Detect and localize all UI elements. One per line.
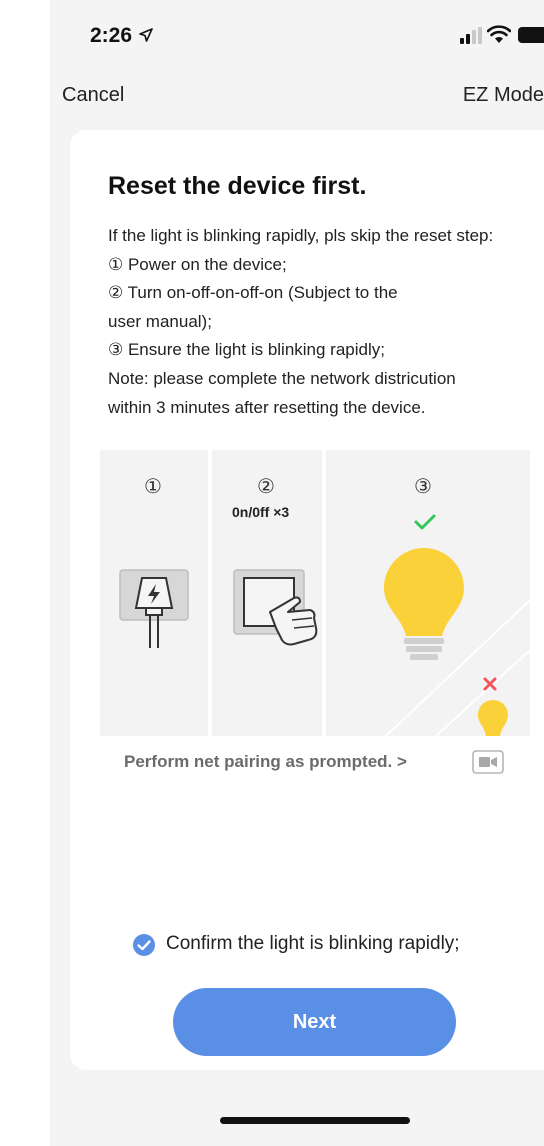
location-arrow-icon	[139, 28, 153, 42]
status-bar: 2:26	[50, 0, 544, 70]
power-plug-icon	[119, 569, 189, 648]
video-icon[interactable]	[472, 750, 504, 774]
instruction-line: Note: please complete the network distri…	[108, 368, 456, 388]
step-panel-bulb: ③	[326, 450, 530, 736]
check-icon	[414, 514, 436, 530]
instructions: If the light is blinking rapidly, pls sk…	[108, 222, 544, 422]
net-pairing-help-link[interactable]: Perform net pairing as prompted. >	[124, 752, 407, 772]
phone-screen: 2:26 Cancel EZ Mode Reset the device fir…	[50, 0, 544, 1146]
reset-card: Reset the device first. If the light is …	[70, 130, 544, 1070]
step-number: ①	[144, 476, 162, 498]
home-indicator	[220, 1117, 410, 1124]
switch-hand-icon	[233, 569, 318, 646]
instruction-line: user manual);	[108, 311, 212, 331]
confirm-label: Confirm the light is blinking rapidly;	[166, 933, 460, 954]
next-button[interactable]: Next	[173, 988, 456, 1056]
signal-icon	[460, 27, 482, 44]
ez-mode-button[interactable]: EZ Mode	[463, 84, 544, 107]
instruction-line: If the light is blinking rapidly, pls sk…	[108, 226, 494, 245]
battery-icon	[518, 27, 544, 43]
instruction-line: within 3 minutes after resetting the dev…	[108, 397, 426, 417]
step-panel-power: ①	[100, 450, 208, 736]
nav-bar: Cancel EZ Mode	[50, 84, 544, 114]
reset-illustration: ① ② 0n/0ff ×3 ③	[100, 450, 530, 736]
instruction-line: ① Power on the device;	[108, 254, 287, 274]
instruction-line: ② Turn on-off-on-off-on (Subject to the	[108, 283, 398, 303]
step-panel-switch: ② 0n/0ff ×3	[212, 450, 322, 736]
instruction-line: ③ Ensure the light is blinking rapidly;	[108, 340, 385, 360]
small-bulb-icon	[478, 700, 508, 736]
page-title: Reset the device first.	[108, 172, 367, 200]
step-label: 0n/0ff ×3	[232, 504, 290, 520]
status-time: 2:26	[90, 24, 133, 47]
cross-icon	[483, 677, 497, 691]
cancel-button[interactable]: Cancel	[62, 84, 124, 107]
help-row: Perform net pairing as prompted. >	[70, 748, 544, 778]
checkbox-icon[interactable]	[132, 933, 156, 957]
bulb-icon	[384, 548, 464, 660]
wifi-icon	[487, 25, 511, 43]
step-number: ②	[257, 476, 275, 498]
